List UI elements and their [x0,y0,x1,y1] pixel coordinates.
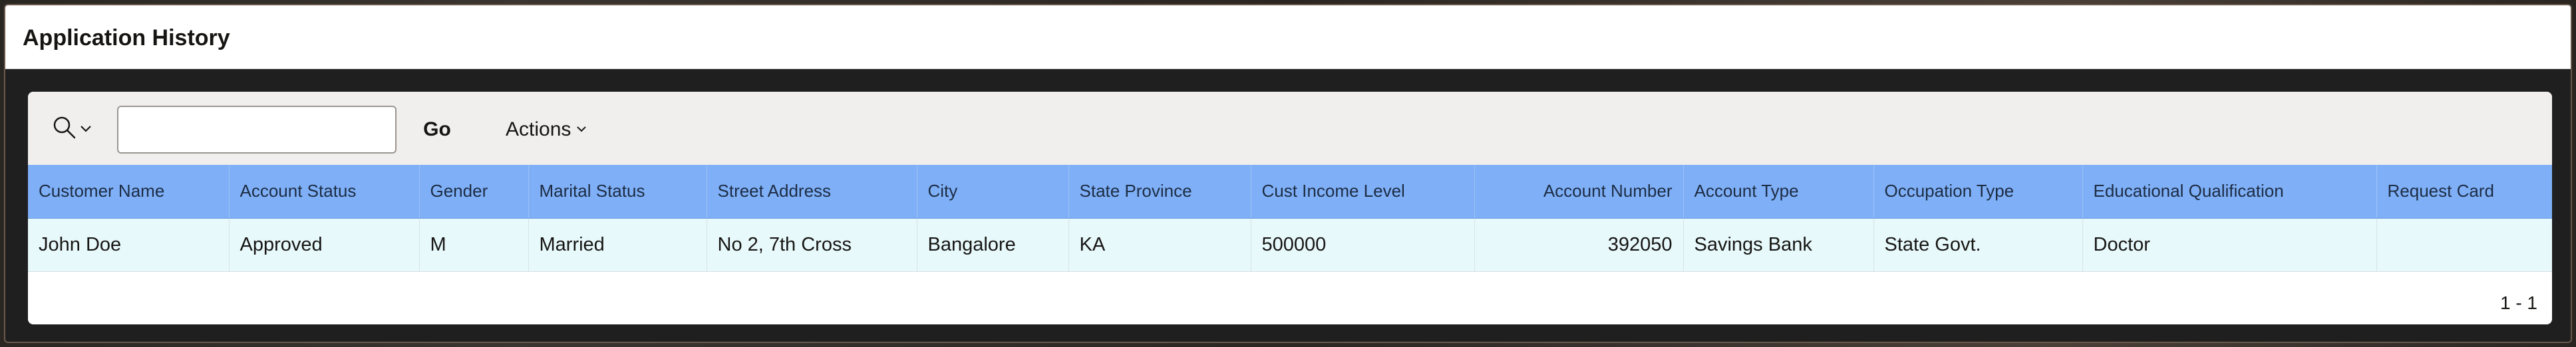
search-column-menu[interactable] [52,115,98,142]
cell-cust-income-level: 500000 [1251,218,1475,272]
cell-city: Bangalore [917,218,1069,272]
report-table: Customer Name Account Status Gender Marital… [28,165,2552,272]
column-header-street-address[interactable]: Street Address [707,165,917,219]
column-header-account-number[interactable]: Account Number [1474,165,1684,219]
column-header-state-province[interactable]: State Province [1068,165,1251,219]
cell-request-card [2376,218,2552,272]
cell-occupation-type: State Govt. [1873,218,2083,272]
cell-account-status: Approved [229,218,420,272]
pagination-label: 1 - 1 [2499,292,2537,313]
cell-account-number: 392050 [1474,218,1684,272]
go-button[interactable]: Go [414,110,460,149]
search-input[interactable] [117,106,397,154]
column-header-account-status[interactable]: Account Status [229,165,420,219]
column-header-account-type[interactable]: Account Type [1683,165,1874,219]
region-title: Application History [23,25,230,51]
actions-label: Actions [506,118,571,140]
interactive-report: Go Actions Customer Name Account Status … [28,92,2552,324]
column-header-marital-status[interactable]: Marital Status [528,165,707,219]
search-icon [52,115,79,142]
report-toolbar: Go Actions [28,92,2552,165]
column-header-gender[interactable]: Gender [419,165,529,219]
chevron-down-icon [575,118,588,141]
cell-state-province: KA [1068,218,1251,272]
column-header-educational-qualification[interactable]: Educational Qualification [2082,165,2377,219]
column-header-customer-name[interactable]: Customer Name [28,165,230,219]
actions-menu-button[interactable]: Actions [506,110,605,149]
cell-street-address: No 2, 7th Cross [707,218,917,272]
table-row: John Doe Approved M Married No 2, 7th Cross B… [28,218,2552,272]
cell-educational-qualification: Doctor [2082,218,2377,272]
cell-gender: M [419,218,529,272]
column-header-occupation-type[interactable]: Occupation Type [1873,165,2083,219]
column-header-city[interactable]: City [917,165,1069,219]
column-header-request-card[interactable]: Request Card [2376,165,2552,219]
cell-customer-name: John Doe [28,218,230,272]
cell-account-type: Savings Bank [1683,218,1874,272]
application-history-region: Application History Go Actions Customer … [4,4,2572,343]
table-header-row: Customer Name Account Status Gender Marital… [28,165,2552,219]
page-background: Application History Go Actions Customer … [0,0,2576,347]
column-header-cust-income-level[interactable]: Cust Income Level [1251,165,1475,219]
report-table-container: Customer Name Account Status Gender Marital… [28,165,2552,272]
region-header: Application History [5,5,2571,69]
chevron-down-icon [79,121,93,136]
cell-marital-status: Married [528,218,707,272]
